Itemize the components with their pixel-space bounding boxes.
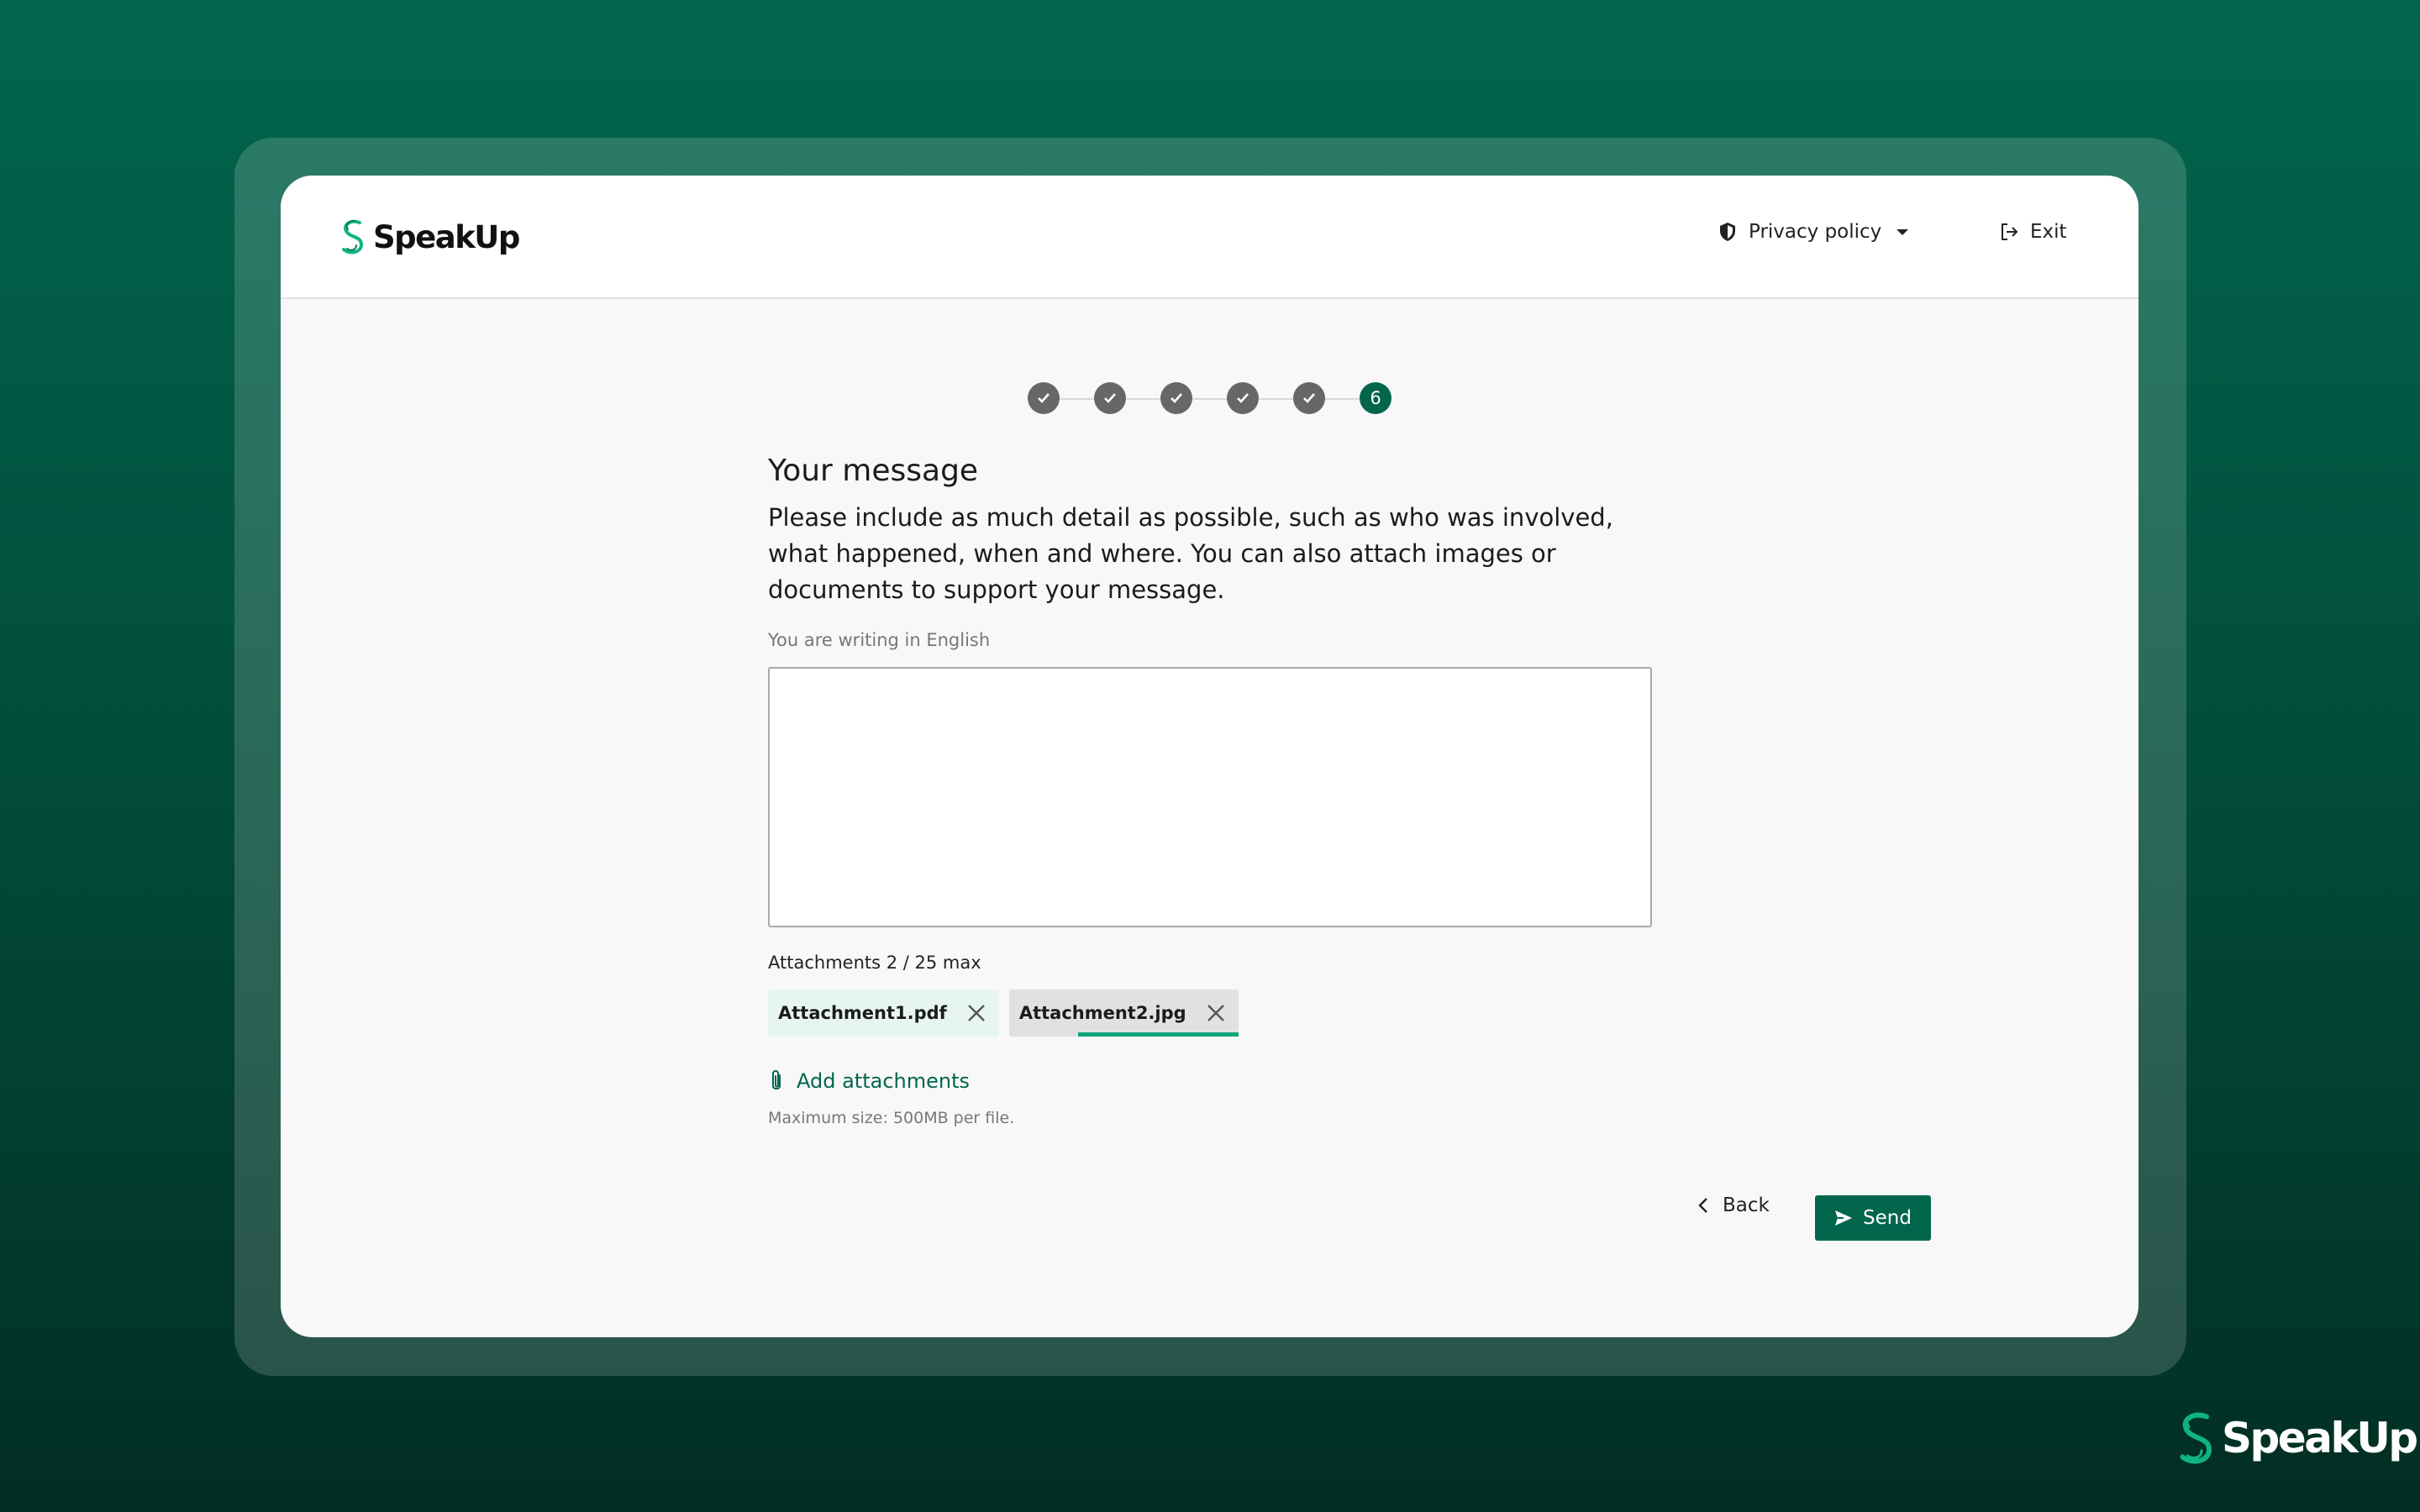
step-connector (1259, 398, 1294, 400)
attachment-chip: Attachment1.pdf (768, 990, 999, 1037)
send-icon (1835, 1210, 1853, 1226)
upload-progress-bar (1009, 1032, 1239, 1037)
check-icon (1171, 393, 1182, 403)
send-label: Send (1863, 1207, 1912, 1229)
check-icon (1104, 393, 1116, 403)
check-icon (1237, 393, 1249, 403)
step-6-active: 6 (1360, 382, 1392, 414)
header: SpeakUp Privacy policy Exit (281, 176, 2139, 299)
chevron-down-icon (1897, 228, 1909, 235)
exit-button[interactable]: Exit (2000, 221, 2067, 243)
privacy-policy-menu[interactable]: Privacy policy (1718, 221, 1909, 243)
remove-attachment-button[interactable] (1203, 1000, 1228, 1026)
speakup-logo-icon (2180, 1412, 2212, 1464)
attachment-chip: Attachment2.jpg (1008, 990, 1239, 1037)
check-icon (1038, 393, 1050, 403)
message-form: Your message Please include as much deta… (768, 453, 1652, 1127)
remove-attachment-button[interactable] (964, 1000, 989, 1026)
page-title: Your message (768, 454, 979, 488)
exit-label: Exit (2030, 221, 2067, 243)
step-1-completed (1028, 382, 1060, 414)
step-4-completed (1227, 382, 1259, 414)
brand-logo[interactable]: SpeakUp (339, 218, 520, 256)
max-size-note: Maximum size: 500MB per file. (768, 1109, 1015, 1127)
send-button[interactable]: Send (1815, 1195, 1931, 1241)
shield-icon (1720, 223, 1735, 241)
back-button[interactable]: Back (1697, 1194, 1770, 1216)
attachment-name: Attachment2.jpg (1018, 1003, 1186, 1023)
privacy-policy-label: Privacy policy (1749, 221, 1882, 243)
upload-progress-fill (1077, 1032, 1239, 1037)
back-label: Back (1723, 1194, 1770, 1216)
footer-brand-name: SpeakUp (2222, 1414, 2418, 1462)
step-connector (1060, 398, 1095, 400)
attachments-count-label: Attachments 2 / 25 max (768, 953, 981, 973)
exit-icon (2002, 223, 2018, 240)
add-attachments-label: Add attachments (797, 1069, 971, 1093)
footer-brand-logo: SpeakUp (2176, 1406, 2418, 1470)
step-2-completed (1094, 382, 1126, 414)
brand-name: SpeakUp (373, 218, 520, 255)
paperclip-icon (772, 1070, 781, 1089)
step-5-completed (1293, 382, 1325, 414)
step-connector (1325, 398, 1360, 400)
speakup-logo-icon (342, 219, 364, 255)
step-connector (1126, 398, 1161, 400)
language-note: You are writing in English (768, 630, 991, 650)
main-card: SpeakUp Privacy policy Exit 6 Your messa… (281, 176, 2139, 1337)
progress-stepper: 6 (1028, 382, 1392, 416)
step-connector (1192, 398, 1228, 400)
message-input[interactable] (768, 667, 1652, 927)
chevron-left-icon (1698, 1198, 1707, 1213)
attachment-name: Attachment1.pdf (778, 1003, 947, 1023)
add-attachments-button[interactable]: Add attachments (768, 1068, 1652, 1094)
close-icon (1207, 1005, 1224, 1021)
attachment-list: Attachment1.pdf Attachment2.jpg (768, 990, 1652, 1037)
step-3-completed (1160, 382, 1192, 414)
close-icon (967, 1005, 985, 1021)
intro-text: Please include as much detail as possibl… (768, 503, 1613, 604)
check-icon (1303, 393, 1315, 403)
